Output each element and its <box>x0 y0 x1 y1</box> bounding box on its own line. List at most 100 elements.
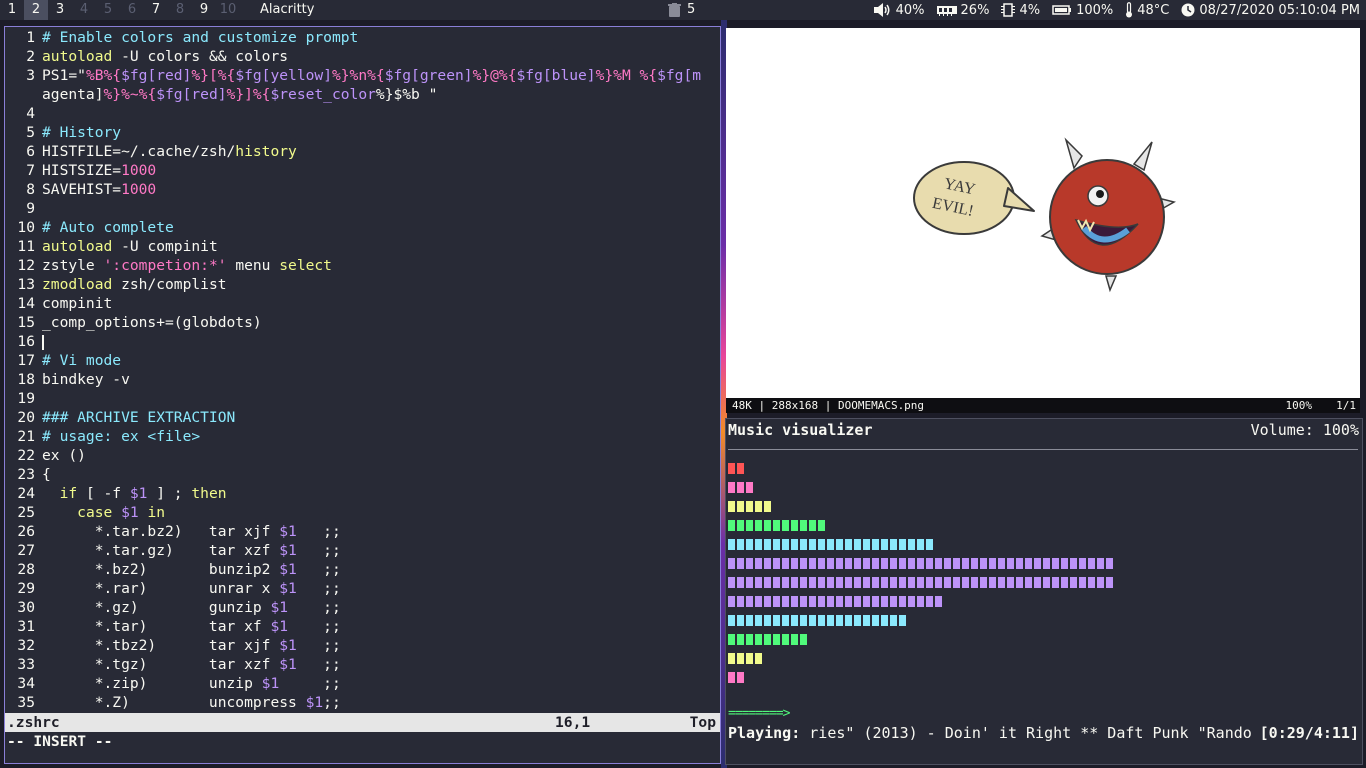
cpu-icon <box>1001 3 1016 17</box>
memory-status: 26% <box>936 3 989 18</box>
line-text: # Vi mode <box>42 352 122 369</box>
spectrum-bar <box>755 653 762 664</box>
code-line[interactable]: 10 # Auto complete <box>5 218 720 237</box>
vim-mode-indicator: -- INSERT -- <box>7 733 113 750</box>
code-line[interactable]: 3 PS1="%B%{$fg[red]%}[%{$fg[yellow]%}%n%{… <box>5 66 720 85</box>
spectrum-bar <box>998 577 1005 588</box>
code-line[interactable]: 9 <box>5 199 720 218</box>
workspace-8[interactable]: 8 <box>168 0 192 20</box>
playback-progress: ========> <box>728 706 790 721</box>
workspace-4[interactable]: 4 <box>72 0 96 20</box>
code-line[interactable]: 17 # Vi mode <box>5 351 720 370</box>
trash-indicator[interactable]: 5 <box>668 0 695 20</box>
spectrum-bar <box>881 539 888 550</box>
spectrum-bar <box>746 482 753 493</box>
code-line[interactable]: 18 bindkey -v <box>5 370 720 389</box>
spectrum-bar <box>881 558 888 569</box>
spectrum-bar <box>944 577 951 588</box>
spectrum-bar <box>764 596 771 607</box>
code-line[interactable]: 15 _comp_options+=(globdots) <box>5 313 720 332</box>
line-number: 13 <box>17 276 35 293</box>
image-zoom: 100% <box>1285 399 1313 412</box>
spectrum-bar <box>845 615 852 626</box>
code-line[interactable]: 4 <box>5 104 720 123</box>
music-visualizer-window[interactable]: Music visualizer Volume: 100% ========> … <box>725 418 1363 765</box>
code-buffer[interactable]: 1 # Enable colors and customize prompt 2 au… <box>5 28 720 712</box>
spectrum-bar <box>737 653 744 664</box>
spectrum-bar <box>818 577 825 588</box>
workspace-6[interactable]: 6 <box>120 0 144 20</box>
spectrum-bar <box>1052 577 1059 588</box>
code-line[interactable]: 27 *.tar.gz) tar xzf $1 ;; <box>5 541 720 560</box>
spectrum-bar <box>854 539 861 550</box>
line-number: 22 <box>17 447 35 464</box>
spectrum-bar <box>809 558 816 569</box>
code-line[interactable]: 5 # History <box>5 123 720 142</box>
spectrum-bar <box>989 558 996 569</box>
workspace-3[interactable]: 3 <box>48 0 72 20</box>
code-line[interactable]: 22 ex () <box>5 446 720 465</box>
code-line[interactable]: 19 <box>5 389 720 408</box>
code-line[interactable]: 33 *.tgz) tar xzf $1 ;; <box>5 655 720 674</box>
code-line[interactable]: 28 *.bz2) bunzip2 $1 ;; <box>5 560 720 579</box>
spectrum-bar <box>1079 558 1086 569</box>
spectrum-bar <box>836 539 843 550</box>
spectrum-bar <box>791 596 798 607</box>
code-line[interactable]: 25 case $1 in <box>5 503 720 522</box>
spectrum-bar <box>890 539 897 550</box>
spectrum-bar <box>782 577 789 588</box>
code-line[interactable]: agenta]%}%~%{$fg[red]%}]%{$reset_color%}… <box>5 85 720 104</box>
code-line[interactable]: 34 *.zip) unzip $1 ;; <box>5 674 720 693</box>
workspace-9[interactable]: 9 <box>192 0 216 20</box>
workspace-2[interactable]: 2 <box>24 0 48 20</box>
spectrum-bar <box>791 577 798 588</box>
code-line[interactable]: 14 compinit <box>5 294 720 313</box>
line-text: *.tbz2) tar xjf $1 ;; <box>42 637 341 654</box>
code-line[interactable]: 31 *.tar) tar xf $1 ;; <box>5 617 720 636</box>
code-line[interactable]: 20 ### ARCHIVE EXTRACTION <box>5 408 720 427</box>
spectrum-bar <box>1070 558 1077 569</box>
spectrum-bar <box>827 539 834 550</box>
workspace-1[interactable]: 1 <box>0 0 24 20</box>
code-line[interactable]: 1 # Enable colors and customize prompt <box>5 28 720 47</box>
volume-value: 40% <box>895 2 925 18</box>
spectrum-bar <box>728 596 735 607</box>
code-line[interactable]: 12 zstyle ':competion:*' menu select <box>5 256 720 275</box>
battery-value: 100% <box>1076 2 1114 18</box>
vim-editor-window[interactable]: 1 # Enable colors and customize prompt 2 au… <box>4 26 721 764</box>
code-line[interactable]: 23 { <box>5 465 720 484</box>
spectrum-bar <box>926 539 933 550</box>
code-line[interactable]: 6 HISTFILE=~/.cache/zsh/history <box>5 142 720 161</box>
workspace-10[interactable]: 10 <box>216 0 240 20</box>
playback-time: [0:29/4:11] <box>1259 724 1359 742</box>
workspace-7[interactable]: 7 <box>144 0 168 20</box>
code-line[interactable]: 13 zmodload zsh/complist <box>5 275 720 294</box>
code-line[interactable]: 24 if [ -f $1 ] ; then <box>5 484 720 503</box>
spectrum-bar <box>773 558 780 569</box>
spectrum-bar <box>782 634 789 645</box>
code-line[interactable]: 29 *.rar) unrar x $1 ;; <box>5 579 720 598</box>
clock[interactable]: 08/27/2020 05:10:04 PM <box>1181 3 1360 18</box>
code-line[interactable]: 26 *.tar.bz2) tar xjf $1 ;; <box>5 522 720 541</box>
code-line[interactable]: 21 # usage: ex <file> <box>5 427 720 446</box>
code-line[interactable]: 16 <box>5 332 720 351</box>
spectrum-bar <box>746 615 753 626</box>
code-line[interactable]: 8 SAVEHIST=1000 <box>5 180 720 199</box>
spectrum-bar <box>962 577 969 588</box>
code-line[interactable]: 11 autoload -U compinit <box>5 237 720 256</box>
code-line[interactable]: 7 HISTSIZE=1000 <box>5 161 720 180</box>
code-line[interactable]: 32 *.tbz2) tar xjf $1 ;; <box>5 636 720 655</box>
code-line[interactable]: 35 *.Z) uncompress $1;; <box>5 693 720 712</box>
spectrum-bar <box>908 596 915 607</box>
spectrum-bar <box>809 615 816 626</box>
image-viewer-statusbar: 48K | 288x168 | DOOMEMACS.png 100% 1/1 <box>726 398 1360 413</box>
image-viewer-window[interactable]: YAY EVIL! <box>726 28 1360 413</box>
line-text: autoload -U compinit <box>42 238 218 255</box>
line-text: case $1 in <box>77 504 166 521</box>
code-line[interactable]: 30 *.gz) gunzip $1 ;; <box>5 598 720 617</box>
workspace-5[interactable]: 5 <box>96 0 120 20</box>
code-line[interactable]: 2 autoload -U colors && colors <box>5 47 720 66</box>
spectrum-bar <box>926 577 933 588</box>
volume-status[interactable]: 40% <box>873 2 925 18</box>
line-number: 4 <box>26 105 35 122</box>
